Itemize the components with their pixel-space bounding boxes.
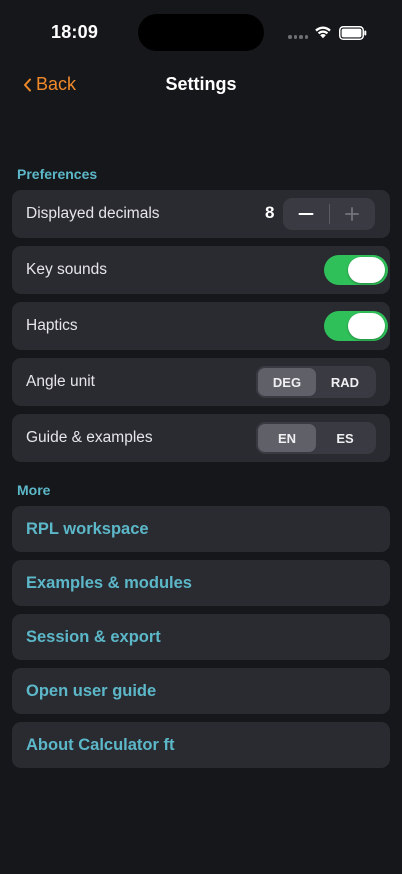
dynamic-island	[138, 14, 264, 51]
examples-modules-label: Examples & modules	[26, 573, 192, 592]
session-export-link[interactable]: Session & export	[12, 614, 390, 660]
key-sounds-row: Key sounds	[12, 246, 390, 294]
toggle-knob	[348, 313, 385, 339]
about-calculator-link[interactable]: About Calculator ft	[12, 722, 390, 768]
angle-unit-segmented-control: DEG RAD	[256, 366, 376, 398]
increment-button[interactable]	[330, 198, 376, 230]
about-calculator-label: About Calculator ft	[26, 735, 175, 754]
segment-rad[interactable]: RAD	[316, 368, 374, 396]
angle-unit-label: Angle unit	[26, 373, 95, 390]
open-user-guide-label: Open user guide	[26, 681, 157, 700]
guide-language-segmented-control: EN ES	[256, 422, 376, 454]
examples-modules-link[interactable]: Examples & modules	[12, 560, 390, 606]
wifi-icon	[315, 26, 331, 39]
page-title: Settings	[165, 74, 237, 94]
key-sounds-label: Key sounds	[26, 261, 107, 278]
key-sounds-toggle[interactable]	[324, 255, 388, 285]
displayed-decimals-value: 8	[265, 203, 275, 222]
guide-language-row: Guide & examples EN ES	[12, 414, 390, 462]
decrement-button[interactable]	[283, 198, 329, 230]
haptics-toggle[interactable]	[324, 311, 388, 341]
haptics-label: Haptics	[26, 317, 78, 334]
plus-icon	[345, 207, 360, 221]
displayed-decimals-label: Displayed decimals	[26, 205, 160, 222]
section-header-more: More	[17, 482, 51, 498]
segment-deg[interactable]: DEG	[258, 368, 316, 396]
angle-unit-row: Angle unit DEG RAD	[12, 358, 390, 406]
displayed-decimals-row: Displayed decimals 8	[12, 190, 390, 238]
guide-language-label: Guide & examples	[26, 429, 153, 446]
open-user-guide-link[interactable]: Open user guide	[12, 668, 390, 714]
settings-screen: 18:09 Back Settings Preferences Displaye…	[0, 0, 402, 874]
status-time: 18:09	[51, 22, 99, 42]
rpl-workspace-label: RPL workspace	[26, 519, 149, 538]
toggle-knob	[348, 257, 385, 283]
minus-icon	[298, 213, 314, 215]
segment-es[interactable]: ES	[316, 424, 374, 452]
battery-icon	[339, 26, 367, 40]
haptics-row: Haptics	[12, 302, 390, 350]
rpl-workspace-link[interactable]: RPL workspace	[12, 506, 390, 552]
segment-en[interactable]: EN	[258, 424, 316, 452]
session-export-label: Session & export	[26, 627, 161, 646]
decimals-stepper	[283, 198, 375, 230]
section-header-preferences: Preferences	[17, 166, 98, 182]
cellular-signal-icon	[288, 35, 308, 39]
